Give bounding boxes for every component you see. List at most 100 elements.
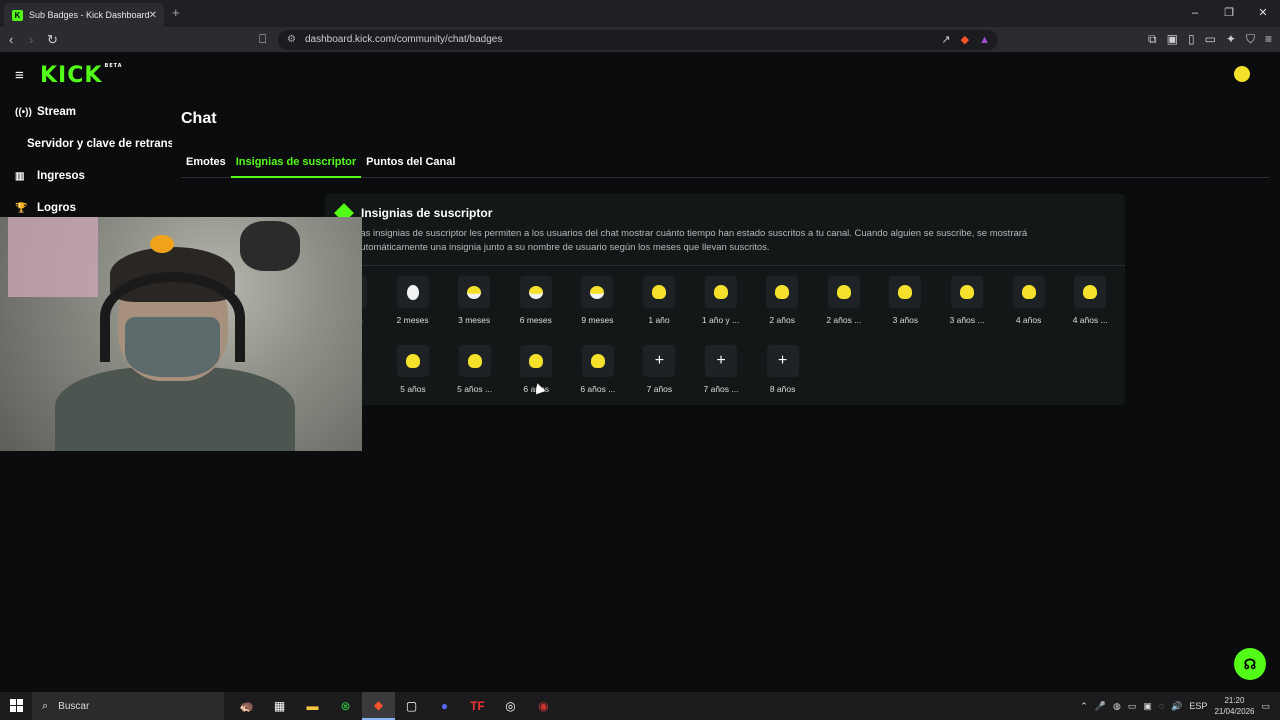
add-badge-button[interactable]: + [705,345,737,377]
taskbar-search[interactable]: ⌕ Buscar [32,692,224,720]
app-icon-2[interactable]: ◉ [527,692,560,720]
site-settings-icon[interactable]: ⚙ [287,30,296,50]
sub-badge-item[interactable]: 2 meses [383,276,443,325]
sub-badge-item[interactable]: 2 años ... [814,276,874,325]
sidebar-item-revenue[interactable]: ▥ Ingresos [0,160,172,192]
user-avatar[interactable] [1234,66,1250,82]
add-badge-button[interactable]: + [766,345,799,377]
badge-label: 8 años [769,384,796,394]
badge-image[interactable] [951,276,983,308]
window-controls: – ❐ ✕ [1178,0,1280,27]
brave-shield-icon[interactable]: ◆ [961,30,969,50]
sub-badge-item[interactable]: 3 meses [444,276,504,325]
forward-arrow-icon[interactable]: › [29,32,33,47]
screenshot-icon[interactable]: ▣ [1167,32,1178,47]
hamburger-menu-icon[interactable]: ≡ [15,67,24,84]
badge-image[interactable] [643,276,675,308]
add-badge-button[interactable]: + [643,345,676,377]
file-explorer-icon[interactable]: ▬ [296,692,329,720]
url-actions: ↗ ◆ ▲ [941,30,990,50]
badge-image[interactable] [1012,276,1045,308]
minimize-button[interactable]: – [1178,0,1212,27]
sub-badge-item[interactable]: +8 años [753,345,813,394]
badge-image[interactable] [704,276,737,308]
maximize-button[interactable]: ❐ [1212,0,1246,27]
tab-emotes[interactable]: Emotes [181,150,231,178]
reload-icon[interactable]: ↻ [47,32,58,48]
clock[interactable]: 21:20 21/04/2026 [1214,695,1254,717]
sidebar-item-stream[interactable]: ((•)) Stream [0,96,172,128]
sub-badge-item[interactable]: 5 años [383,345,443,394]
language-indicator[interactable]: ESP [1189,701,1207,711]
close-window-button[interactable]: ✕ [1246,0,1280,27]
chevron-up-icon[interactable]: ⌃ [1080,701,1088,712]
discord-tray-icon[interactable]: ◍ [1113,701,1121,712]
sub-badge-item[interactable]: 3 años [875,276,935,325]
badge-image[interactable] [827,276,860,308]
sub-badge-item[interactable]: 5 años ... [445,345,505,394]
badge-label: 3 años [892,315,919,325]
support-chat-button[interactable]: ☊ [1234,648,1266,680]
badge-image[interactable] [581,276,614,308]
bookmark-icon[interactable]: ⎕ [259,32,266,47]
leo-ai-icon[interactable]: ✦ [1226,32,1236,47]
tab-sub-badges[interactable]: Insignias de suscriptor [230,150,362,178]
badge-image[interactable] [458,345,491,377]
date: 21/04/2026 [1214,707,1255,716]
sub-badge-item[interactable]: +7 años [629,345,689,394]
wallet-icon[interactable]: ▭ [1205,32,1216,47]
notifications-icon[interactable]: ▭ [1261,701,1270,712]
task-view-icon[interactable]: ▦ [263,692,296,720]
kick-logo[interactable]: KICK BETA [40,63,123,88]
badge-image[interactable] [458,276,491,308]
widgets-icon[interactable]: 🦔 [230,692,263,720]
xbox-icon[interactable]: ⊗ [329,692,362,720]
card-description: Las insignias de suscriptor les permiten… [355,228,1028,253]
sub-badge-item[interactable]: +7 años ... [691,345,751,394]
badge-image[interactable] [397,345,429,377]
badge-image[interactable] [766,276,799,308]
browser-tabbar: K Sub Badges - Kick Dashboard ✕ + – ❐ ✕ [0,0,1280,27]
brave-rewards-icon[interactable]: ▲ [979,30,990,50]
brave-browser-icon[interactable]: ◆ [362,692,395,720]
microphone-icon[interactable]: 🎤 [1095,701,1106,712]
sub-badge-item[interactable]: 6 meses [506,276,566,325]
network-icon[interactable]: ▭ [1128,701,1137,712]
badge-image[interactable] [520,345,553,377]
sidebar-item-stream-key[interactable]: Servidor y clave de retransmisión [0,128,172,160]
sub-badge-item[interactable]: 9 meses [567,276,627,325]
sub-badge-item[interactable]: 2 años [752,276,812,325]
sub-badge-item[interactable]: 3 años ... [937,276,997,325]
sub-badge-item[interactable]: 1 año [629,276,689,325]
sub-badge-item[interactable]: 1 año y ... [691,276,751,325]
back-arrow-icon[interactable]: ‹ [9,32,13,47]
badge-image[interactable] [581,345,614,377]
sub-badge-item[interactable]: 4 años ... [1060,276,1120,325]
badge-image[interactable] [396,276,429,308]
vpn-icon[interactable]: ⛉ [1246,32,1255,47]
close-tab-icon[interactable]: ✕ [149,10,157,21]
app-icon[interactable]: ▢ [395,692,428,720]
new-tab-button[interactable]: + [172,5,180,20]
badge-label: 2 meses [396,315,429,325]
sub-badge-item[interactable]: 4 años [999,276,1059,325]
obs-icon[interactable]: ◎ [494,692,527,720]
display-icon[interactable]: ▣ [1143,701,1152,712]
extensions-icon[interactable]: ⧉ [1148,32,1157,47]
tab-channel-points[interactable]: Puntos del Canal [361,150,460,178]
badge-image[interactable] [1074,276,1107,308]
page-title: Chat [181,110,217,127]
discord-icon[interactable]: ● [428,692,461,720]
sidebar-toggle-icon[interactable]: ▯ [1188,32,1195,47]
menu-icon[interactable]: ≡ [1265,32,1272,47]
url-bar[interactable]: ⚙ dashboard.kick.com/community/chat/badg… [278,30,998,50]
sub-badge-item[interactable]: 6 años ... [568,345,628,394]
badge-image[interactable] [889,276,922,308]
wifi-icon[interactable]: ◌ [1159,701,1164,711]
tf-app-icon[interactable]: TF [461,692,494,720]
badge-image[interactable] [519,276,552,308]
browser-tab[interactable]: K Sub Badges - Kick Dashboard ✕ [4,3,164,27]
windows-start-icon[interactable] [10,699,23,712]
share-icon[interactable]: ↗ [941,30,950,50]
volume-icon[interactable]: 🔊 [1171,701,1182,712]
